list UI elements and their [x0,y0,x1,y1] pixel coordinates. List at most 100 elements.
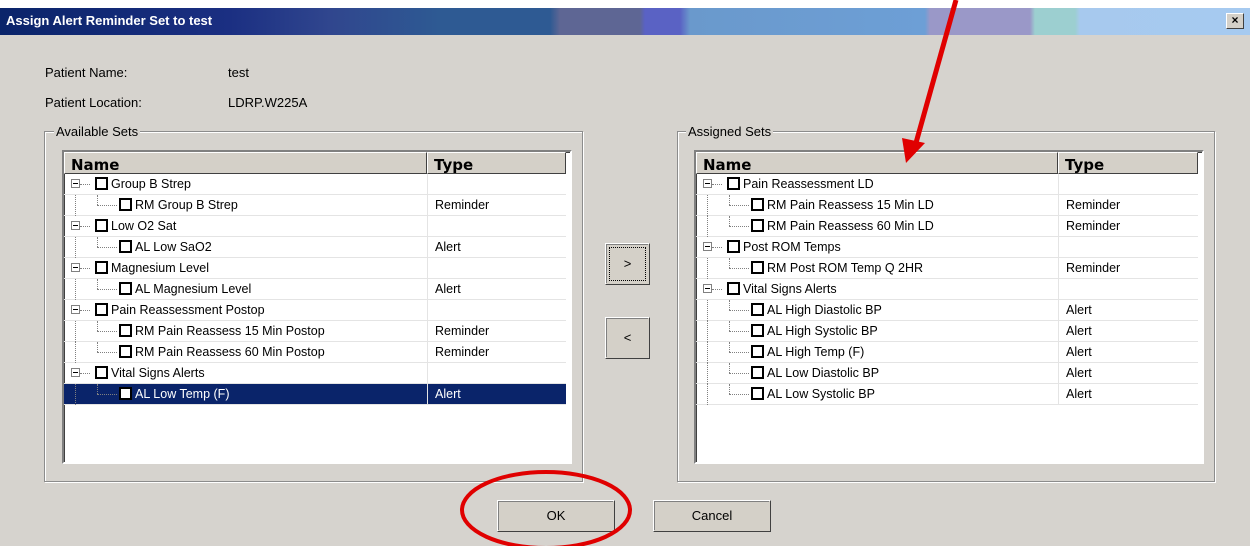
tree-group-row[interactable]: Pain Reassessment LD [696,174,1198,195]
tree-connector [97,352,117,353]
checkbox[interactable] [95,177,108,190]
collapse-icon[interactable] [703,284,712,293]
window-title: Assign Alert Reminder Set to test [6,13,213,28]
tree-item-row[interactable]: AL High Diastolic BP Alert [696,300,1198,321]
tree-item-row[interactable]: AL Low Diastolic BP Alert [696,363,1198,384]
checkbox[interactable] [751,324,764,337]
tree-group-row[interactable]: Post ROM Temps [696,237,1198,258]
checkbox[interactable] [119,282,132,295]
row-type: Alert [1066,345,1092,359]
collapse-icon[interactable] [71,221,80,230]
row-type: Alert [1066,387,1092,401]
checkbox[interactable] [751,387,764,400]
tree-connector [97,205,117,206]
row-type: Reminder [435,324,490,338]
tree-item-row[interactable]: AL High Systolic BP Alert [696,321,1198,342]
column-separator [1058,174,1059,194]
collapse-icon[interactable] [71,179,80,188]
row-name: Pain Reassessment LD [743,177,874,191]
checkbox[interactable] [95,219,108,232]
column-separator [427,321,428,341]
row-name: AL Low Temp (F) [135,387,230,401]
column-separator [1058,300,1059,320]
available-col-name-header[interactable]: Name [64,152,427,174]
row-name: Group B Strep [111,177,191,191]
cancel-button[interactable]: Cancel [653,500,771,532]
checkbox[interactable] [95,261,108,274]
checkbox[interactable] [751,198,764,211]
tree-item-row[interactable]: RM Pain Reassess 15 Min Postop Reminder [64,321,566,342]
row-name: Magnesium Level [111,261,209,275]
assigned-col-type-header[interactable]: Type [1058,152,1198,174]
checkbox[interactable] [751,366,764,379]
tree-group-row[interactable]: Vital Signs Alerts [696,279,1198,300]
checkbox[interactable] [727,282,740,295]
remove-from-assigned-button[interactable]: < [605,317,650,359]
tree-group-row[interactable]: Magnesium Level [64,258,566,279]
tree-connector [729,363,730,373]
tree-connector [707,195,708,216]
column-separator [427,384,428,404]
assigned-sets-list[interactable]: Name Type Pain Reassessment LD RM Pain Re… [694,150,1204,464]
tree-connector [97,237,98,247]
checkbox[interactable] [119,324,132,337]
checkbox[interactable] [751,345,764,358]
available-sets-list[interactable]: Name Type Group B Strep RM Group B Strep R… [62,150,572,464]
checkbox[interactable] [95,303,108,316]
row-type: Alert [1066,366,1092,380]
checkbox[interactable] [119,387,132,400]
checkbox[interactable] [727,177,740,190]
available-col-type-header[interactable]: Type [427,152,566,174]
checkbox[interactable] [119,345,132,358]
row-name: AL Low Systolic BP [767,387,875,401]
add-to-assigned-button[interactable]: > [605,243,650,285]
tree-connector [729,384,730,394]
row-name: Low O2 Sat [111,219,177,233]
tree-item-row[interactable]: AL Low SaO2 Alert [64,237,566,258]
collapse-icon[interactable] [703,179,712,188]
column-separator [427,300,428,320]
tree-item-row[interactable]: RM Pain Reassess 60 Min Postop Reminder [64,342,566,363]
tree-item-row[interactable]: RM Pain Reassess 60 Min LD Reminder [696,216,1198,237]
assigned-col-name-header[interactable]: Name [696,152,1058,174]
tree-item-row[interactable]: AL High Temp (F) Alert [696,342,1198,363]
tree-group-row[interactable]: Group B Strep [64,174,566,195]
tree-item-row[interactable]: RM Group B Strep Reminder [64,195,566,216]
tree-connector [97,384,98,394]
tree-item-row[interactable]: AL Low Systolic BP Alert [696,384,1198,405]
tree-group-row[interactable]: Low O2 Sat [64,216,566,237]
collapse-icon[interactable] [71,263,80,272]
tree-item-row[interactable]: AL Low Temp (F) Alert [64,384,566,405]
tree-connector [712,247,722,248]
tree-connector [97,195,98,205]
tree-connector [97,247,117,248]
collapse-icon[interactable] [71,305,80,314]
checkbox[interactable] [119,240,132,253]
title-bar[interactable]: Assign Alert Reminder Set to test × [0,8,1250,35]
checkbox[interactable] [95,366,108,379]
row-name: RM Pain Reassess 60 Min LD [767,219,934,233]
tree-connector [75,384,76,405]
collapse-icon[interactable] [71,368,80,377]
checkbox[interactable] [727,240,740,253]
tree-group-row[interactable]: Pain Reassessment Postop [64,300,566,321]
tree-item-row[interactable]: RM Pain Reassess 15 Min LD Reminder [696,195,1198,216]
tree-item-row[interactable]: AL Magnesium Level Alert [64,279,566,300]
close-button[interactable]: × [1226,13,1244,29]
column-separator [427,258,428,278]
tree-connector [729,310,749,311]
checkbox[interactable] [751,303,764,316]
tree-connector [80,226,90,227]
tree-connector [80,184,90,185]
checkbox[interactable] [751,219,764,232]
ok-button[interactable]: OK [497,500,615,532]
tree-connector [729,226,749,227]
tree-item-row[interactable]: RM Post ROM Temp Q 2HR Reminder [696,258,1198,279]
row-type: Reminder [435,345,490,359]
collapse-icon[interactable] [703,242,712,251]
checkbox[interactable] [119,198,132,211]
tree-group-row[interactable]: Vital Signs Alerts [64,363,566,384]
row-name: RM Group B Strep [135,198,238,212]
tree-connector [729,352,749,353]
checkbox[interactable] [751,261,764,274]
